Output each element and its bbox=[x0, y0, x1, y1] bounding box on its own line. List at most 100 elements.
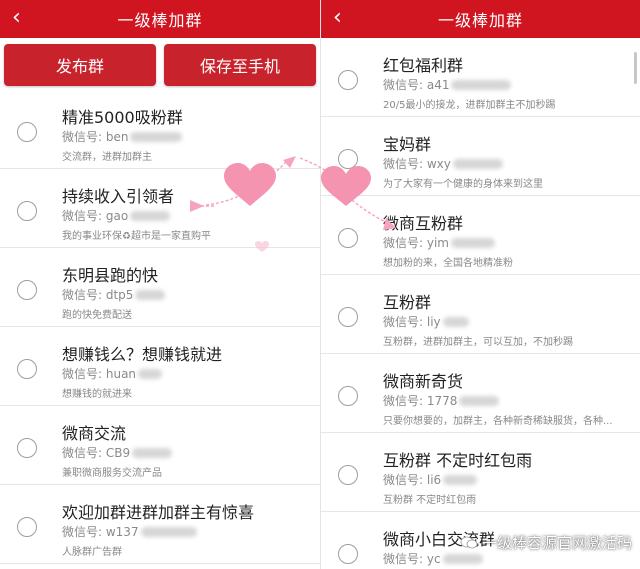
group-description: 我的事业环保♻超市是一家直购平 bbox=[62, 231, 211, 242]
group-name: 微商新奇货 bbox=[383, 372, 464, 391]
wechat-id: 微信号: gao bbox=[62, 207, 171, 224]
back-arrow-icon[interactable]: ‹ bbox=[12, 5, 21, 31]
list-item[interactable]: 欢迎加群进群加群主有惊喜微信号: w137 人脉群广告群 bbox=[0, 485, 320, 564]
action-buttons: 发布群 保存至手机 bbox=[0, 38, 320, 90]
redacted-blur bbox=[130, 131, 183, 142]
group-description: 想赚钱的就进来 bbox=[62, 389, 132, 400]
wechat-id-text: 微信号: wxy bbox=[383, 157, 451, 171]
group-name: 互粉群 bbox=[383, 293, 432, 312]
wechat-id-text: 微信号: yc bbox=[383, 552, 441, 566]
redacted-blur bbox=[442, 553, 483, 564]
select-radio[interactable] bbox=[338, 386, 358, 406]
select-radio[interactable] bbox=[17, 438, 37, 458]
group-description: 想加粉的来，全国各地精准粉 bbox=[383, 258, 513, 269]
redacted-blur bbox=[130, 210, 171, 221]
wechat-id: 微信号: 1778 bbox=[383, 392, 500, 409]
list-item[interactable]: 精准5000吸粉群微信号: ben 交流群，进群加群主 bbox=[0, 90, 320, 169]
wechat-id-text: 微信号: huan bbox=[62, 367, 137, 381]
list-item[interactable]: 红包福利群微信号: a41 20/5最小的接龙，进群加群主不加秒踢 bbox=[321, 38, 640, 117]
wechat-id: 微信号: w137 bbox=[62, 523, 197, 540]
wechat-id: 微信号: a41 bbox=[383, 76, 512, 93]
group-name: 互粉群 不定时红包雨 bbox=[383, 451, 533, 470]
select-radio[interactable] bbox=[338, 70, 358, 90]
right-title-bar: ‹ 一级棒加群 bbox=[321, 0, 640, 38]
select-radio[interactable] bbox=[338, 307, 358, 327]
left-screen: ‹ 一级棒加群 发布群 保存至手机 精准5000吸粉群微信号: ben 交流群，进… bbox=[0, 0, 320, 569]
group-description: 兼职微商服务交流产品 bbox=[62, 468, 162, 479]
group-description: 跑的快免费配送 bbox=[62, 310, 132, 321]
redacted-blur bbox=[452, 158, 503, 169]
publish-group-button[interactable]: 发布群 bbox=[4, 44, 156, 86]
group-name: 微商互粉群 bbox=[383, 214, 464, 233]
list-item[interactable]: 互粉群 不定时红包雨 微信号: li6 互粉群 不定时红包雨 bbox=[321, 433, 640, 512]
group-description: 互粉群，进群加群主，可以互加，不加秒踢 bbox=[383, 337, 573, 348]
redacted-blur bbox=[443, 474, 478, 485]
list-item[interactable]: 持续收入引领者微信号: gao 我的事业环保♻超市是一家直购平 bbox=[0, 169, 320, 248]
wechat-id: 微信号: wxy bbox=[383, 155, 503, 172]
select-radio[interactable] bbox=[17, 201, 37, 221]
wechat-id-text: 微信号: 1778 bbox=[383, 394, 458, 408]
back-arrow-icon[interactable]: ‹ bbox=[333, 5, 342, 31]
list-item[interactable]: 微商新奇货微信号: 1778 只要你想要的，加群主，各种新奇稀缺服货，各种... bbox=[321, 354, 640, 433]
wechat-id: 微信号: dtp5 bbox=[62, 286, 166, 303]
page-title: 一级棒加群 bbox=[437, 11, 523, 30]
wechat-icon bbox=[460, 536, 478, 550]
group-name: 精准5000吸粉群 bbox=[62, 108, 183, 127]
redacted-blur bbox=[442, 316, 469, 327]
group-name: 想赚钱么？想赚钱就进 bbox=[62, 345, 223, 364]
wechat-id: 微信号: ben bbox=[62, 128, 183, 145]
select-radio[interactable] bbox=[17, 280, 37, 300]
scrollbar[interactable] bbox=[634, 52, 637, 84]
redacted-blur bbox=[140, 526, 197, 537]
group-description: 为了大家有一个健康的身体来到这里 bbox=[383, 179, 543, 190]
group-description: 20/5最小的接龙，进群加群主不加秒踢 bbox=[383, 100, 556, 111]
watermark: 一级棒容源官网激活码 bbox=[460, 532, 632, 553]
group-name: 东明县跑的快 bbox=[62, 266, 159, 285]
list-item[interactable]: 想赚钱么？想赚钱就进微信号: huan 想赚钱的就进来 bbox=[0, 327, 320, 406]
wechat-id-text: 微信号: yim bbox=[383, 236, 449, 250]
group-list: 精准5000吸粉群微信号: ben 交流群，进群加群主持续收入引领者微信号: ga… bbox=[0, 90, 320, 564]
select-radio[interactable] bbox=[338, 228, 358, 248]
redacted-blur bbox=[138, 368, 163, 379]
group-name: 欢迎加群进群加群主有惊喜 bbox=[62, 503, 255, 522]
wechat-id-text: 微信号: ben bbox=[62, 130, 129, 144]
select-radio[interactable] bbox=[17, 359, 37, 379]
wechat-id-text: 微信号: w137 bbox=[62, 525, 139, 539]
wechat-id-text: 微信号: a41 bbox=[383, 78, 450, 92]
right-screen: ‹ 一级棒加群 红包福利群微信号: a41 20/5最小的接龙，进群加群主不加秒踢… bbox=[320, 0, 640, 569]
group-name: 持续收入引领者 bbox=[62, 187, 175, 206]
save-to-phone-button[interactable]: 保存至手机 bbox=[164, 44, 316, 86]
list-item[interactable]: 微商交流 微信号: CB9 兼职微商服务交流产品 bbox=[0, 406, 320, 485]
wechat-id-text: 微信号: liy bbox=[383, 315, 441, 329]
select-radio[interactable] bbox=[338, 544, 358, 564]
wechat-id: 微信号: yim bbox=[383, 234, 495, 251]
select-radio[interactable] bbox=[17, 122, 37, 142]
page-title: 一级棒加群 bbox=[117, 11, 203, 30]
list-item[interactable]: 微商互粉群微信号: yim 想加粉的来，全国各地精准粉 bbox=[321, 196, 640, 275]
wechat-id-text: 微信号: dtp5 bbox=[62, 288, 134, 302]
watermark-text: 一级棒容源官网激活码 bbox=[481, 534, 632, 552]
wechat-id-text: 微信号: CB9 bbox=[62, 446, 131, 460]
redacted-blur bbox=[459, 395, 500, 406]
redacted-blur bbox=[450, 237, 495, 248]
group-name: 红包福利群 bbox=[383, 56, 464, 75]
select-radio[interactable] bbox=[17, 517, 37, 537]
wechat-id-text: 微信号: li6 bbox=[383, 473, 442, 487]
select-radio[interactable] bbox=[338, 465, 358, 485]
group-description: 互粉群 不定时红包雨 bbox=[383, 495, 477, 506]
select-radio[interactable] bbox=[338, 149, 358, 169]
list-item[interactable]: 东明县跑的快微信号: dtp5 跑的快免费配送 bbox=[0, 248, 320, 327]
list-item[interactable]: 宝妈群微信号: wxy 为了大家有一个健康的身体来到这里 bbox=[321, 117, 640, 196]
group-description: 交流群，进群加群主 bbox=[62, 152, 152, 163]
redacted-blur bbox=[135, 289, 166, 300]
group-description: 人脉群广告群 bbox=[62, 547, 122, 558]
group-list: 红包福利群 微信号: a41 20/5最小的接龙，进群加群主不加秒踢 宝妈群 微信号: … bbox=[321, 38, 640, 569]
wechat-id: 微信号: huan bbox=[62, 365, 163, 382]
list-item[interactable]: 互粉群微信号: liy 互粉群，进群加群主，可以互加，不加秒踢 bbox=[321, 275, 640, 354]
left-title-bar: ‹ 一级棒加群 bbox=[0, 0, 320, 38]
wechat-id: 微信号: liy bbox=[383, 313, 469, 330]
wechat-id: 微信号: li6 bbox=[383, 471, 478, 488]
group-description: 只要你想要的，加群主，各种新奇稀缺服货，各种... bbox=[383, 416, 613, 427]
wechat-id-text: 微信号: gao bbox=[62, 209, 129, 223]
group-name: 宝妈群 bbox=[383, 135, 432, 154]
